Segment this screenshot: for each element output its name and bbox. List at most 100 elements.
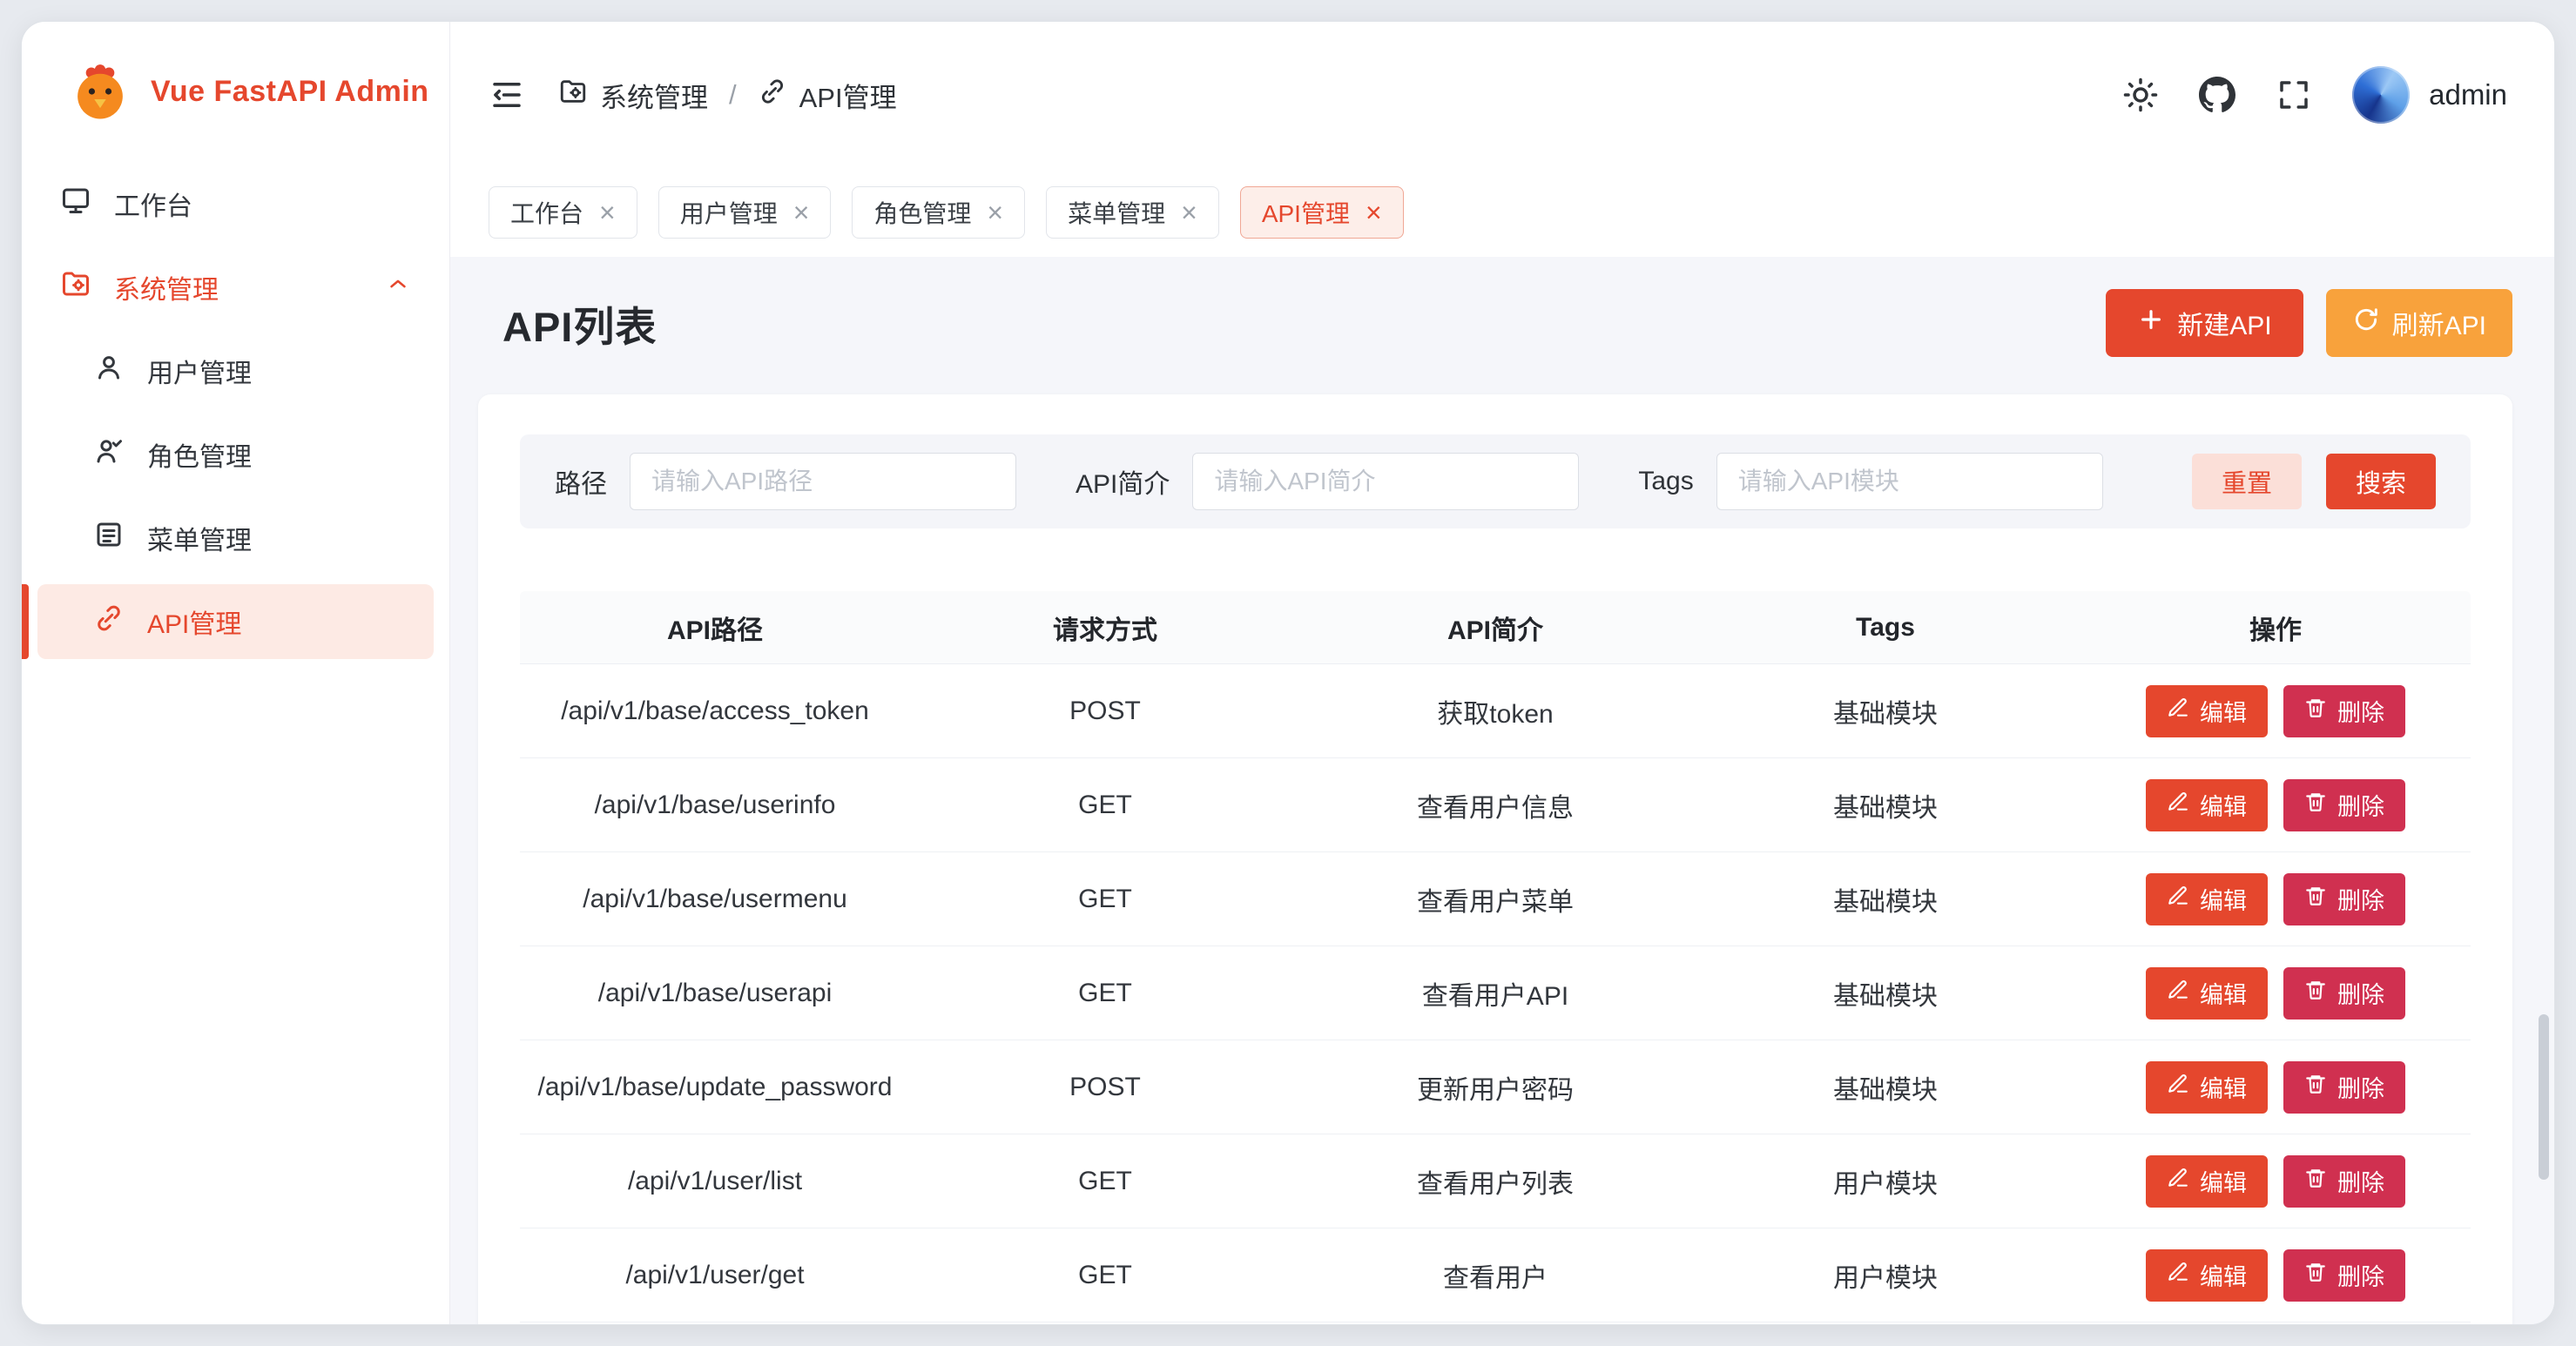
sidebar-item-roles[interactable]: 角色管理	[37, 417, 434, 492]
monitor-icon	[60, 185, 91, 223]
delete-button[interactable]: 删除	[2283, 967, 2405, 1020]
create-api-label: 新建API	[2177, 304, 2271, 342]
tags-filter-label: Tags	[1638, 467, 1693, 496]
refresh-api-button[interactable]: 刷新API	[2326, 289, 2512, 357]
tags-filter-input[interactable]	[1716, 453, 2103, 510]
edit-button[interactable]: 编辑	[2146, 1061, 2268, 1114]
breadcrumb-api[interactable]: API管理	[758, 76, 897, 115]
collapse-sidebar-icon[interactable]	[489, 77, 525, 113]
plus-icon	[2137, 306, 2165, 340]
search-button[interactable]: 搜索	[2326, 454, 2436, 509]
user-menu[interactable]: admin	[2352, 66, 2507, 124]
table-row: /api/v1/user/get GET 查看用户 用户模块 编辑	[520, 1228, 2471, 1322]
close-icon[interactable]: ×	[1366, 199, 1382, 226]
chick-logo-icon	[69, 60, 131, 123]
sidebar-item-label: 用户管理	[147, 352, 252, 390]
api-table: API路径 请求方式 API简介 Tags 操作 /api/v1/base/ac…	[520, 591, 2471, 1322]
api-table-card: 路径 API简介 Tags 重置 搜索 API路径 请求方式 API简介 T	[478, 394, 2512, 1324]
edit-label: 编辑	[2200, 788, 2247, 822]
cell-method: GET	[910, 979, 1300, 1008]
trash-icon	[2304, 697, 2327, 725]
close-icon[interactable]: ×	[793, 199, 810, 226]
reset-button[interactable]: 重置	[2192, 454, 2302, 509]
table-row: /api/v1/user/list GET 查看用户列表 用户模块 编辑	[520, 1134, 2471, 1228]
cell-method: GET	[910, 1167, 1300, 1196]
path-filter-input[interactable]	[630, 453, 1016, 510]
refresh-api-label: 刷新API	[2392, 304, 2486, 342]
tab[interactable]: 用户管理 ×	[658, 186, 832, 239]
close-icon[interactable]: ×	[599, 199, 616, 226]
breadcrumb: 系统管理 / API管理	[558, 76, 897, 115]
cell-tags: 基础模块	[1690, 786, 2080, 824]
edit-label: 编辑	[2200, 976, 2247, 1010]
trash-icon	[2304, 1073, 2327, 1101]
sidebar-item-workbench[interactable]: 工作台	[37, 166, 434, 241]
edit-label: 编辑	[2200, 882, 2247, 916]
chevron-up-icon	[385, 271, 411, 304]
cell-tags: 基础模块	[1690, 1068, 2080, 1107]
trash-icon	[2304, 1261, 2327, 1289]
user-check-icon	[93, 435, 125, 474]
close-icon[interactable]: ×	[1181, 199, 1197, 226]
tab[interactable]: 菜单管理 ×	[1046, 186, 1219, 239]
tab-label: API管理	[1262, 195, 1350, 230]
delete-button[interactable]: 删除	[2283, 685, 2405, 737]
cell-tags: 用户模块	[1690, 1256, 2080, 1295]
delete-label: 删除	[2337, 1258, 2384, 1292]
sidebar-item-users[interactable]: 用户管理	[37, 333, 434, 408]
tab-label: 菜单管理	[1068, 195, 1165, 230]
table-row: /api/v1/base/usermenu GET 查看用户菜单 基础模块 编辑	[520, 852, 2471, 946]
github-icon[interactable]	[2199, 77, 2235, 113]
scrollbar-thumb[interactable]	[2539, 1014, 2549, 1180]
tab[interactable]: API管理 ×	[1240, 186, 1404, 239]
delete-button[interactable]: 删除	[2283, 1155, 2405, 1208]
cell-api-path: /api/v1/base/userinfo	[520, 791, 910, 820]
table-row: /api/v1/base/userinfo GET 查看用户信息 基础模块 编辑	[520, 758, 2471, 852]
tab-label: 工作台	[510, 195, 583, 230]
delete-label: 删除	[2337, 1070, 2384, 1104]
delete-label: 删除	[2337, 976, 2384, 1010]
table-header-row: API路径 请求方式 API简介 Tags 操作	[520, 591, 2471, 664]
sidebar-item-label: API管理	[147, 602, 241, 641]
delete-label: 删除	[2337, 694, 2384, 728]
delete-button[interactable]: 删除	[2283, 873, 2405, 925]
tab[interactable]: 角色管理 ×	[852, 186, 1025, 239]
cell-method: GET	[910, 1261, 1300, 1290]
user-icon	[93, 352, 125, 390]
tab[interactable]: 工作台 ×	[489, 186, 637, 239]
edit-button[interactable]: 编辑	[2146, 1155, 2268, 1208]
sidebar-menu: 工作台 系统管理 用户管理	[22, 161, 449, 673]
fullscreen-icon[interactable]	[2276, 77, 2312, 113]
delete-button[interactable]: 删除	[2283, 1061, 2405, 1114]
pencil-icon	[2167, 979, 2189, 1007]
sidebar-item-api[interactable]: API管理	[37, 584, 434, 659]
edit-button[interactable]: 编辑	[2146, 873, 2268, 925]
edit-button[interactable]: 编辑	[2146, 685, 2268, 737]
breadcrumb-system[interactable]: 系统管理	[558, 76, 708, 115]
delete-button[interactable]: 删除	[2283, 779, 2405, 831]
theme-sun-icon[interactable]	[2122, 77, 2159, 113]
column-header-method: 请求方式	[910, 609, 1300, 647]
edit-button[interactable]: 编辑	[2146, 779, 2268, 831]
cell-api-path: /api/v1/base/access_token	[520, 697, 910, 726]
cell-method: GET	[910, 791, 1300, 820]
delete-label: 删除	[2337, 788, 2384, 822]
summary-filter-input[interactable]	[1192, 453, 1579, 510]
summary-filter-label: API简介	[1076, 462, 1170, 501]
edit-button[interactable]: 编辑	[2146, 967, 2268, 1020]
pencil-icon	[2167, 697, 2189, 725]
pencil-icon	[2167, 1073, 2189, 1101]
close-icon[interactable]: ×	[987, 199, 1003, 226]
delete-button[interactable]: 删除	[2283, 1249, 2405, 1302]
sidebar-item-menus[interactable]: 菜单管理	[37, 501, 434, 575]
sidebar-item-system[interactable]: 系统管理	[37, 250, 434, 325]
app-window: Vue FastAPI Admin 工作台 系统管理	[21, 21, 2555, 1325]
content-area: API列表 新建API 刷新API	[450, 257, 2554, 1324]
app-title: Vue FastAPI Admin	[151, 75, 429, 109]
pencil-icon	[2167, 1261, 2189, 1289]
sidebar: Vue FastAPI Admin 工作台 系统管理	[22, 22, 450, 1324]
edit-button[interactable]: 编辑	[2146, 1249, 2268, 1302]
create-api-button[interactable]: 新建API	[2106, 289, 2303, 357]
app-logo[interactable]: Vue FastAPI Admin	[22, 22, 449, 161]
sidebar-item-label: 系统管理	[114, 268, 219, 306]
